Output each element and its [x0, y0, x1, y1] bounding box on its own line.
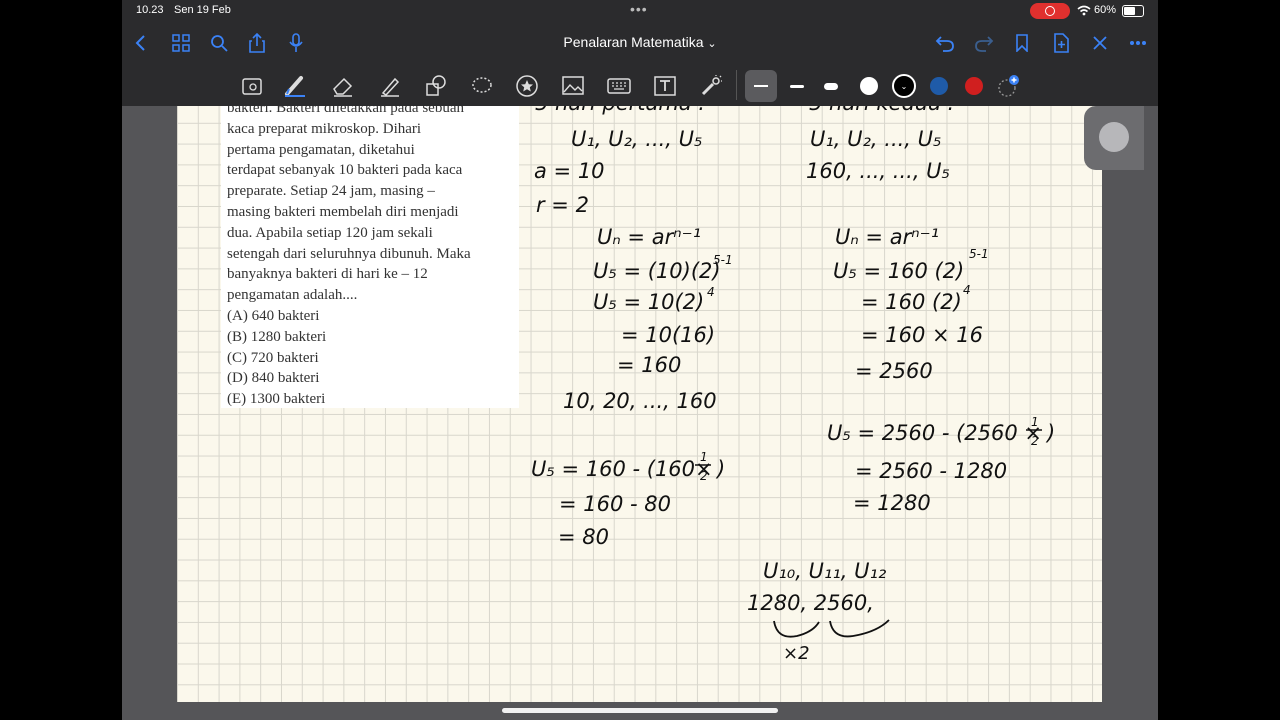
note-un-formula: Uₙ = arⁿ⁻¹ [597, 225, 701, 249]
home-indicator[interactable] [502, 708, 778, 713]
stroke-thick-option[interactable] [817, 72, 845, 100]
note-kill2-fraction-den: 2 [1031, 434, 1039, 448]
highlighter-icon[interactable] [376, 72, 404, 100]
battery-icon [1122, 5, 1144, 17]
status-date: Sen 19 Feb [174, 4, 231, 16]
document-title-text: Penalaran Matematika [563, 34, 704, 50]
note-right-u5-step1: U₅ = 160 (2) [833, 259, 964, 283]
note-kill1-line3: = 80 [558, 525, 609, 549]
scroll-handle[interactable] [1099, 122, 1129, 152]
note-kill1-fraction-den: 2 [700, 469, 708, 483]
text-box-icon[interactable] [651, 72, 679, 100]
add-color-icon[interactable] [995, 72, 1023, 100]
toolbar-divider [736, 70, 737, 100]
note-u5-step1: U₅ = (10)(2) [593, 259, 721, 283]
tool-bar: ⌄ [122, 64, 1158, 106]
stroke-medium-option[interactable] [783, 72, 811, 100]
battery-percent: 60% [1094, 4, 1117, 16]
undo-icon[interactable] [932, 30, 958, 56]
status-bar: 10.23 Sen 19 Feb ••• 60% [122, 0, 1158, 22]
lasso-icon[interactable] [468, 72, 496, 100]
note-right-u5-step1-exp: 5-1 [969, 247, 989, 261]
note-u5-step1-exp: 5-1 [713, 253, 733, 267]
note-kill1-line2: = 160 - 80 [559, 492, 671, 516]
note-left-terms: U₁, U₂, ..., U₅ [571, 127, 702, 151]
note-u5-step2-exp: 4 [707, 285, 715, 299]
color-red-swatch[interactable] [960, 72, 988, 100]
scroll-indicator[interactable] [1084, 106, 1144, 170]
note-kill2-fraction-num: 1 [1031, 415, 1039, 429]
color-blue-swatch[interactable] [925, 72, 953, 100]
color-black-swatch[interactable]: ⌄ [890, 72, 918, 100]
chevron-down-icon: ⌄ [707, 38, 717, 50]
ipad-screen: 10.23 Sen 19 Feb ••• 60% Penalaran Matem… [122, 0, 1158, 720]
wifi-icon [1077, 5, 1091, 16]
note-last-values: 1280, 2560, [747, 591, 874, 615]
shapes-icon[interactable] [422, 72, 450, 100]
note-kill1-fraction-num: 1 [700, 450, 708, 464]
add-page-icon[interactable] [1048, 30, 1074, 56]
document-title[interactable]: Penalaran Matematika ⌄ [122, 34, 1158, 50]
note-right-u5-step2: = 160 (2) [861, 290, 962, 314]
note-right-sequence: 160, ..., ..., U₅ [806, 159, 950, 183]
lasso-ai-icon[interactable] [239, 72, 267, 100]
note-right-u5-step3: = 160 × 16 [861, 323, 983, 347]
note-r-equation: r = 2 [536, 193, 589, 217]
note-kill2-close: ) [1045, 421, 1055, 445]
handwritten-notes: 5 hari pertama : U₁, U₂, ..., U₅ a = 10 … [531, 106, 1055, 664]
multitasking-dots-icon[interactable]: ••• [630, 2, 648, 16]
note-kill2-line1: U₅ = 2560 - (2560 × [827, 421, 1042, 445]
close-tools-icon[interactable] [1087, 30, 1113, 56]
note-kill2-line3: = 1280 [853, 491, 931, 515]
note-u5-step4: = 160 [617, 353, 681, 377]
note-kill2-line2: = 2560 - 1280 [855, 459, 1007, 483]
note-kill1-line1: U₅ = 160 - (160× [531, 457, 713, 481]
more-icon[interactable] [1125, 30, 1151, 56]
note-brace-right [829, 619, 890, 638]
note-right-terms: U₁, U₂, ..., U₅ [810, 127, 941, 151]
laser-pointer-icon[interactable] [697, 72, 725, 100]
navigation-bar: Penalaran Matematika ⌄ [122, 22, 1158, 64]
redo-icon[interactable] [971, 30, 997, 56]
note-last-terms: U₁₀, U₁₁, U₁₂ [763, 559, 887, 583]
note-times-two: ×2 [783, 643, 810, 664]
sticker-icon[interactable] [513, 72, 541, 100]
note-left-header: 5 hari pertama : [535, 106, 705, 115]
note-right-u5-step4: = 2560 [855, 359, 933, 383]
status-time: 10.23 [136, 4, 164, 16]
pen-icon[interactable] [281, 72, 309, 100]
note-u5-step3: = 10(16) [621, 323, 715, 347]
notebook-page[interactable]: bakteri. Bakteri diletakkan pada sebuah … [177, 106, 1102, 702]
bookmark-icon[interactable] [1009, 30, 1035, 56]
color-white-swatch[interactable] [855, 72, 883, 100]
note-un-formula-right: Uₙ = arⁿ⁻¹ [835, 225, 939, 249]
keyboard-icon[interactable] [605, 72, 633, 100]
note-right-u5-step2-exp: 4 [963, 283, 971, 297]
note-right-header: 5 hari kedua : [809, 106, 955, 115]
note-brace-left [773, 620, 820, 638]
screen-recording-icon[interactable] [1030, 3, 1070, 19]
image-icon[interactable] [559, 72, 587, 100]
note-u5-step2: U₅ = 10(2) [593, 290, 704, 314]
note-a-equation: a = 10 [534, 159, 605, 183]
note-kill1-close: ) [715, 457, 725, 481]
note-sequence-1: 10, 20, ..., 160 [563, 389, 717, 413]
stroke-thin-option[interactable] [745, 70, 777, 102]
eraser-icon[interactable] [329, 72, 357, 100]
